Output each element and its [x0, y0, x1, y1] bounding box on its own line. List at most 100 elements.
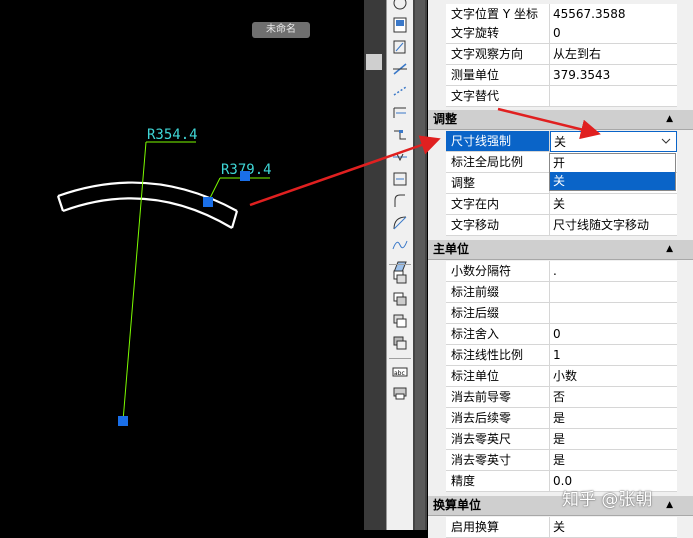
prop-row-dim-line-forced[interactable]: 尺寸线强制关 — [428, 131, 693, 152]
prop-value[interactable]: 379.3543 — [550, 65, 677, 86]
prop-row-measurement[interactable]: 测量单位 379.3543 — [428, 65, 693, 86]
prop-key: 标注前缀 — [446, 282, 550, 303]
prop-row-text-inside[interactable]: 文字在内关 — [428, 194, 693, 215]
prop-key: 文字观察方向 — [446, 44, 550, 65]
abc-text-icon[interactable]: abc — [391, 362, 409, 380]
prop-row-text-rotation[interactable]: 文字旋转 0 — [428, 23, 693, 44]
prop-row-text-override[interactable]: 文字替代 — [428, 86, 693, 107]
gap-handle[interactable] — [366, 54, 382, 70]
prop-value[interactable]: 关 — [550, 517, 677, 538]
prop-row-text-view-dir[interactable]: 文字观察方向 从左到右 — [428, 44, 693, 65]
prop-key: 文字替代 — [446, 86, 550, 107]
layer-2-icon[interactable] — [391, 290, 409, 308]
collapse-icon[interactable]: ▲ — [666, 110, 673, 129]
prop-row-prefix[interactable]: 标注前缀 — [428, 282, 693, 303]
prop-row-suppress-leading[interactable]: 消去前导零否 — [428, 387, 693, 408]
chevron-down-icon[interactable] — [660, 135, 672, 147]
prop-key: 标注单位 — [446, 366, 550, 387]
prop-key: 消去零英尺 — [446, 429, 550, 450]
dim-aligned-icon[interactable] — [391, 60, 409, 78]
prop-key: 文字旋转 — [446, 23, 550, 44]
dim-aligned-2-icon[interactable] — [391, 82, 409, 100]
prop-key: 文字位置 Y 坐标 — [446, 4, 550, 25]
prop-value[interactable]: 关 — [550, 194, 677, 215]
dim-arc-icon[interactable] — [391, 214, 409, 232]
prop-key: 标注全局比例 — [446, 152, 550, 173]
prop-row-decimal-sep[interactable]: 小数分隔符. — [428, 261, 693, 282]
prop-row-text-movement[interactable]: 文字移动 尺寸线随文字移动 — [428, 215, 693, 236]
dropdown-option-off[interactable]: 关 — [550, 172, 675, 190]
prop-value[interactable] — [550, 282, 677, 303]
prop-value[interactable]: 1 — [550, 345, 677, 366]
new-file-icon[interactable] — [391, 16, 409, 34]
prop-key: 消去前导零 — [446, 387, 550, 408]
toolbar-separator — [389, 264, 411, 265]
collapse-icon[interactable]: ▲ — [666, 240, 673, 259]
dim-linear-icon[interactable] — [391, 38, 409, 56]
prop-row-units[interactable]: 标注单位 小数 — [428, 366, 693, 387]
prop-value[interactable]: . — [550, 261, 677, 282]
dim-spline-icon[interactable] — [391, 236, 409, 254]
dim-radius-icon[interactable] — [391, 192, 409, 210]
prop-key: 精度 — [446, 471, 550, 492]
section-primary-units[interactable]: 主单位 ▲ — [428, 240, 693, 260]
prop-value[interactable]: 否 — [550, 387, 677, 408]
prop-value[interactable]: 小数 — [550, 366, 677, 387]
dim-line-forced-dropdown[interactable]: 开 关 — [549, 153, 676, 191]
drawing-canvas[interactable]: R354.4 R379.4 未命名 — [0, 0, 364, 530]
prop-value[interactable]: 从左到右 — [550, 44, 677, 65]
prop-value[interactable]: 是 — [550, 450, 677, 471]
dim-baseline-icon[interactable] — [391, 104, 409, 122]
grip-text[interactable] — [240, 171, 250, 181]
prop-value[interactable]: 是 — [550, 429, 677, 450]
section-adjust[interactable]: 调整 ▲ — [428, 110, 693, 130]
prop-key: 文字移动 — [446, 215, 550, 236]
panel-gap — [364, 0, 386, 530]
prop-row-suppress-trailing[interactable]: 消去后续零是 — [428, 408, 693, 429]
prop-key: 小数分隔符 — [446, 261, 550, 282]
prop-row-enable-alt[interactable]: 启用换算关 — [428, 517, 693, 538]
prop-row-linear-scale[interactable]: 标注线性比例 1 — [428, 345, 693, 366]
dimension-toolbar: abc — [386, 0, 414, 530]
section-title: 调整 — [433, 112, 458, 126]
prop-row-suppress-inches[interactable]: 消去零英寸是 — [428, 450, 693, 471]
arc-end-left — [56, 195, 65, 212]
prop-value[interactable]: 是 — [550, 408, 677, 429]
properties-palette: 文字位置 Y 坐标 45567.3588 文字旋转 0 文字观察方向 从左到右 测量单… — [428, 0, 693, 538]
radius-dim-line-1 — [122, 141, 147, 422]
dim-label-1: R354.4 — [147, 127, 198, 143]
prop-row-suffix[interactable]: 标注后缀 — [428, 303, 693, 324]
unnamed-tab[interactable]: 未命名 — [252, 22, 310, 38]
prop-row-suppress-feet[interactable]: 消去零英尺是 — [428, 429, 693, 450]
toolbar-separator — [389, 358, 411, 359]
prop-key: 调整 — [446, 173, 550, 194]
dim-continue-icon[interactable] — [391, 126, 409, 144]
properties-scrollbar[interactable] — [413, 0, 427, 530]
prop-key: 测量单位 — [446, 65, 550, 86]
prop-value[interactable] — [550, 86, 677, 107]
layer-1-icon[interactable] — [391, 268, 409, 286]
prop-key: 消去后续零 — [446, 408, 550, 429]
scroll-thumb[interactable] — [415, 0, 425, 530]
prop-row-text-pos-y[interactable]: 文字位置 Y 坐标 45567.3588 — [428, 4, 693, 25]
dim-break-icon[interactable] — [391, 148, 409, 166]
prop-key: 标注线性比例 — [446, 345, 550, 366]
prop-key: 启用换算 — [446, 517, 550, 538]
section-title: 换算单位 — [433, 498, 482, 512]
svg-text:abc: abc — [394, 370, 405, 377]
grip-arc[interactable] — [203, 197, 213, 207]
prop-select[interactable]: 关 — [550, 131, 677, 152]
dropdown-option-on[interactable]: 开 — [550, 154, 675, 172]
prop-value[interactable]: 0 — [550, 23, 677, 44]
prop-value[interactable]: 尺寸线随文字移动 — [550, 215, 677, 236]
dim-jog-icon[interactable] — [391, 170, 409, 188]
grip-center[interactable] — [118, 416, 128, 426]
prop-value[interactable] — [550, 303, 677, 324]
print-icon[interactable] — [391, 384, 409, 402]
prop-value[interactable]: 0 — [550, 324, 677, 345]
layer-3-icon[interactable] — [391, 312, 409, 330]
prop-value[interactable]: 45567.3588 — [550, 4, 677, 25]
prop-row-round[interactable]: 标注舍入 0 — [428, 324, 693, 345]
circle-icon[interactable] — [391, 0, 409, 12]
layer-4-icon[interactable] — [391, 334, 409, 352]
